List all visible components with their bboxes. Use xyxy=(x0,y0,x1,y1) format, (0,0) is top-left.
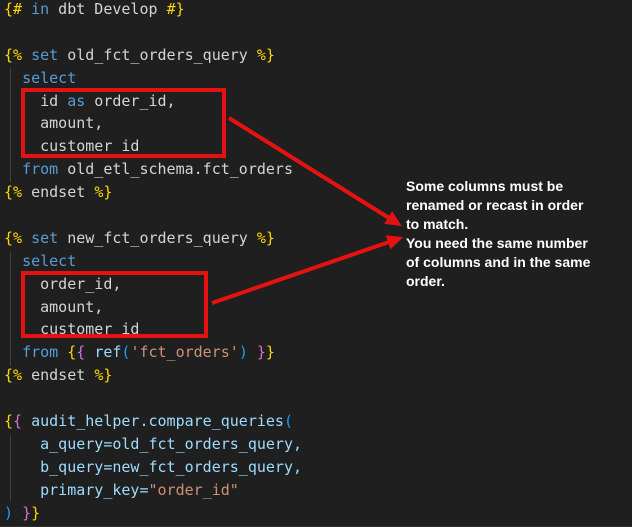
code-line[interactable]: select xyxy=(4,250,302,273)
code-line[interactable]: {% endset %} xyxy=(4,181,302,204)
note-line: of columns and in the same xyxy=(406,253,590,272)
note-line: Some columns must be xyxy=(406,177,590,196)
code-line[interactable]: select xyxy=(4,67,302,90)
code-line[interactable]: {{ audit_helper.compare_queries( xyxy=(4,410,302,433)
highlight-box-new-columns xyxy=(21,271,208,338)
note-line: You need the same number xyxy=(406,234,590,253)
code-line[interactable]: {% set old_fct_orders_query %} xyxy=(4,44,302,67)
code-line[interactable]: a_query=old_fct_orders_query, xyxy=(4,433,302,456)
highlight-box-old-columns xyxy=(21,88,226,158)
code-line[interactable]: ) }} xyxy=(4,502,302,525)
code-line[interactable]: primary_key="order_id" xyxy=(4,479,302,502)
annotation-note: Some columns must be renamed or recast i… xyxy=(406,177,590,291)
note-line: to match. xyxy=(406,215,590,234)
note-line: renamed or recast in order xyxy=(406,196,590,215)
code-line[interactable]: from old_etl_schema.fct_orders xyxy=(4,158,302,181)
code-editor: {# in dbt Develop #} {% set old_fct_orde… xyxy=(0,0,632,527)
note-line: order. xyxy=(406,272,590,291)
code-line[interactable]: b_query=new_fct_orders_query, xyxy=(4,456,302,479)
code-block[interactable]: {# in dbt Develop #} {% set old_fct_orde… xyxy=(4,0,302,524)
code-line[interactable] xyxy=(4,204,302,227)
code-line[interactable]: {% endset %} xyxy=(4,364,302,387)
code-line[interactable]: {# in dbt Develop #} xyxy=(4,0,302,21)
code-line[interactable]: from {{ ref('fct_orders') }} xyxy=(4,341,302,364)
code-line[interactable] xyxy=(4,21,302,44)
code-line[interactable] xyxy=(4,387,302,410)
code-line[interactable]: {% set new_fct_orders_query %} xyxy=(4,227,302,250)
